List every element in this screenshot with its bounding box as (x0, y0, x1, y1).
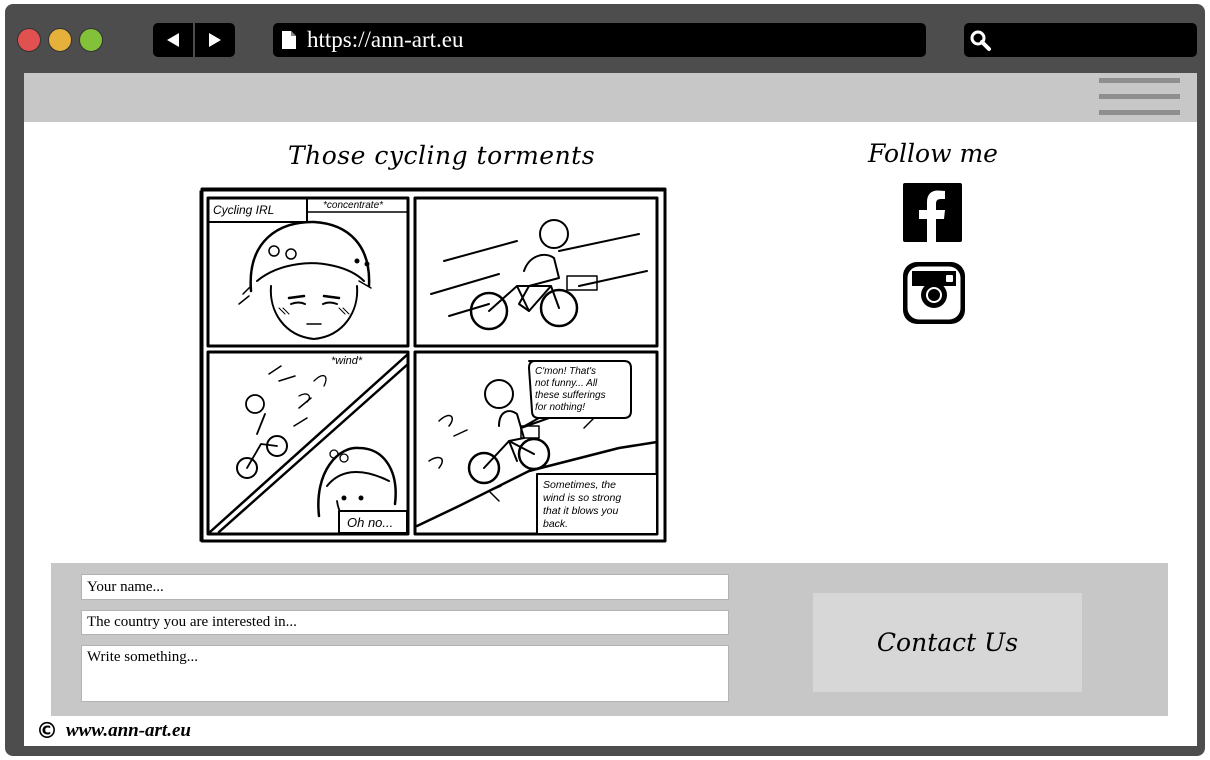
contact-form: Contact Us (51, 563, 1168, 716)
url-text: https://ann-art.eu (307, 27, 464, 52)
country-field[interactable] (81, 610, 729, 635)
footer: © www.ann-art.eu (36, 717, 191, 745)
comic-strip-image: Cycling IRL *concentrate* *wind* Oh no..… (199, 187, 667, 543)
document-icon (282, 31, 296, 49)
comic-sound-p3: *wind* (331, 355, 363, 367)
back-button[interactable] (153, 23, 193, 57)
contact-us-button[interactable]: Contact Us (813, 593, 1082, 692)
footer-site-url[interactable]: www.ann-art.eu (66, 720, 191, 742)
browser-search-bar[interactable] (964, 23, 1197, 57)
maximize-window-button[interactable] (79, 28, 103, 52)
comic-caption-p3: Oh no... (347, 515, 393, 530)
comic-title: Those cycling torments (287, 141, 596, 170)
close-window-button[interactable] (17, 28, 41, 52)
site-header (24, 73, 1197, 122)
triangle-left-icon (167, 33, 179, 47)
forward-button[interactable] (195, 23, 235, 57)
comic-caption-p1: Cycling IRL (213, 203, 274, 217)
comic-speech-p4: C'mon! That's not funny... All these suf… (535, 366, 608, 413)
name-field[interactable] (81, 574, 729, 600)
hamburger-icon[interactable] (1099, 78, 1180, 116)
page-viewport: Those cycling torments Cycling IRL *conc… (24, 73, 1197, 746)
minimize-window-button[interactable] (48, 28, 72, 52)
comic-sound-p1: *concentrate* (323, 200, 384, 211)
copyright-icon: © (36, 718, 58, 744)
browser-window: https://ann-art.eu Those cycling torment… (5, 4, 1205, 756)
instagram-icon[interactable] (903, 262, 965, 324)
address-bar[interactable]: https://ann-art.eu (273, 23, 926, 57)
magnifier-icon (970, 30, 991, 51)
navigation-buttons (153, 23, 235, 57)
triangle-right-icon (209, 33, 221, 47)
follow-me-heading: Follow me (868, 139, 998, 168)
message-field[interactable] (81, 645, 729, 702)
facebook-icon[interactable] (903, 183, 962, 242)
